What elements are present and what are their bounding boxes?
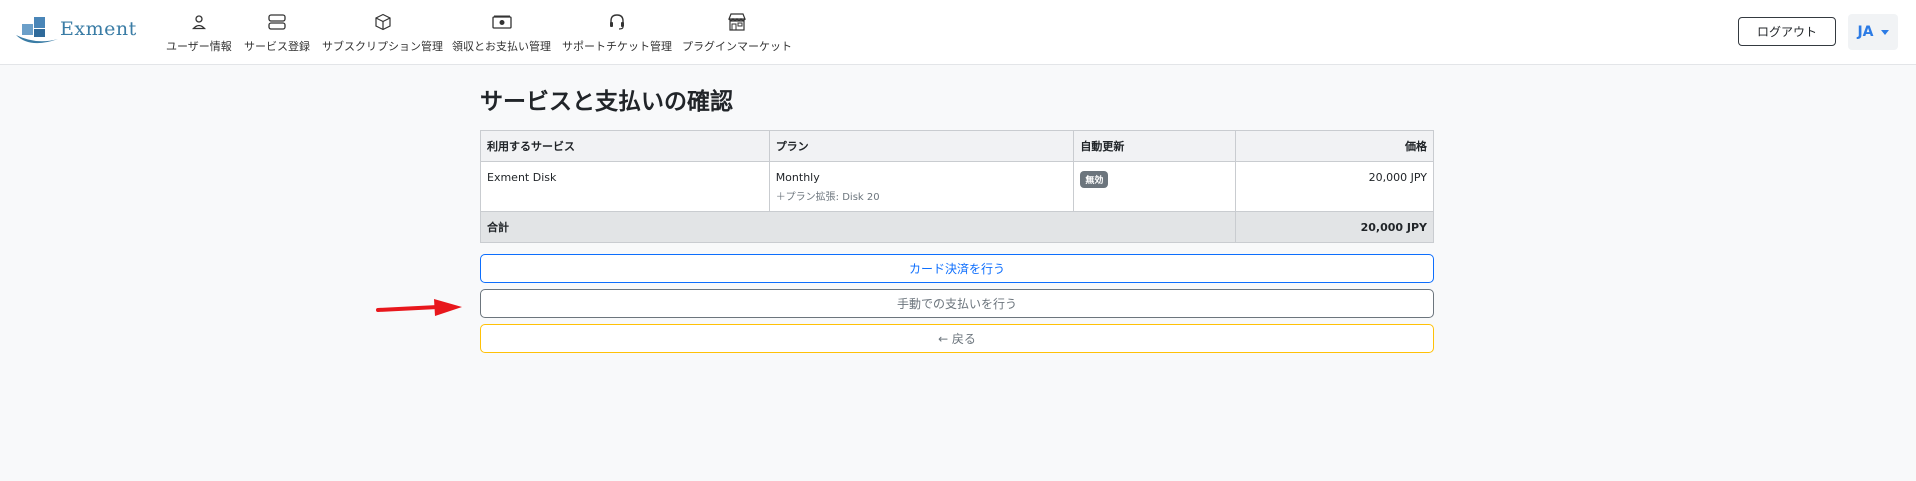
nav-subscription[interactable]: サブスクリプション管理 <box>322 12 443 56</box>
user-icon <box>188 12 210 32</box>
nav-support-ticket-label: サポートチケット管理 <box>562 40 672 53</box>
server-icon <box>266 12 288 32</box>
back-button[interactable]: ← 戻る <box>480 324 1434 353</box>
shop-icon <box>726 12 748 32</box>
plan-name: Monthly <box>775 171 820 184</box>
language-dropdown[interactable]: JA <box>1848 14 1898 50</box>
cell-auto-renew: 無効 <box>1073 161 1237 212</box>
nav-user-info[interactable]: ユーザー情報 <box>166 12 232 56</box>
cell-service: Exment Disk <box>480 161 770 212</box>
logout-button[interactable]: ログアウト <box>1738 17 1836 46</box>
auto-renew-badge: 無効 <box>1080 171 1109 188</box>
exment-logo-icon <box>16 17 58 44</box>
table-header-row: 利用するサービス プラン 自動更新 価格 <box>480 130 1434 162</box>
plan-extension: ＋プラン拡張: Disk 20 <box>775 192 880 203</box>
nav-subscription-label: サブスクリプション管理 <box>322 40 443 53</box>
language-label: JA <box>1857 24 1874 40</box>
table-total-row: 合計 20,000 JPY <box>479 211 1434 243</box>
total-label: 合計 <box>479 211 1237 243</box>
cash-icon <box>491 12 513 32</box>
top-navbar: Exment ユーザー情報 サービス登録 サブスクリプション管理 領収とお支払い… <box>0 0 1916 65</box>
brand-name: Exment <box>60 18 137 40</box>
nav-support-ticket[interactable]: サポートチケット管理 <box>562 12 672 56</box>
manual-payment-button[interactable]: 手動での支払いを行う <box>480 289 1434 318</box>
confirmation-table: 利用するサービス プラン 自動更新 価格 Exment Disk Monthly… <box>479 130 1434 243</box>
nav-service-register-label: サービス登録 <box>244 40 310 53</box>
page-title: サービスと支払いの確認 <box>480 89 733 115</box>
nav-service-register[interactable]: サービス登録 <box>244 12 310 56</box>
nav-plugin-market-label: プラグインマーケット <box>682 40 792 53</box>
cell-price: 20,000 JPY <box>1235 161 1434 212</box>
card-payment-button[interactable]: カード決済を行う <box>480 254 1434 283</box>
headset-icon <box>606 12 628 32</box>
cell-plan: Monthly ＋プラン拡張: Disk 20 <box>768 161 1075 212</box>
nav-receipt-payment[interactable]: 領収とお支払い管理 <box>452 12 551 56</box>
red-arrow-annotation-icon <box>376 299 462 316</box>
brand-logo[interactable]: Exment <box>14 14 136 50</box>
header-auto-renew: 自動更新 <box>1073 130 1237 162</box>
total-value: 20,000 JPY <box>1235 211 1434 243</box>
table-row: Exment Disk Monthly ＋プラン拡張: Disk 20 無効 2… <box>480 161 1434 212</box>
nav-user-info-label: ユーザー情報 <box>166 40 232 53</box>
caret-down-icon <box>1880 29 1889 35</box>
header-plan: プラン <box>768 130 1075 162</box>
box-icon <box>372 12 394 32</box>
header-service: 利用するサービス <box>480 130 770 162</box>
nav-receipt-payment-label: 領収とお支払い管理 <box>452 40 551 53</box>
header-price: 価格 <box>1235 130 1434 162</box>
nav-plugin-market[interactable]: プラグインマーケット <box>682 12 792 56</box>
